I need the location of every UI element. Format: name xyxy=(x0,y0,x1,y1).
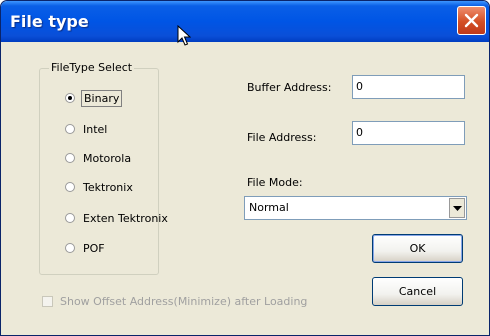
file-address-label: File Address: xyxy=(247,131,317,144)
cancel-button[interactable]: Cancel xyxy=(372,277,463,306)
chevron-down-icon xyxy=(453,206,462,211)
radio-binary[interactable]: Binary xyxy=(65,88,123,108)
dialog-body: FileType Select Binary Intel Motorola Te… xyxy=(1,42,489,335)
buffer-address-label: Buffer Address: xyxy=(247,81,332,94)
radio-button[interactable] xyxy=(65,182,75,192)
radio-motorola[interactable]: Motorola xyxy=(65,148,133,168)
file-mode-select[interactable]: Normal xyxy=(244,196,467,220)
radio-pof[interactable]: POF xyxy=(65,238,107,258)
title-bar[interactable]: File type xyxy=(1,1,489,42)
radio-label: Binary xyxy=(81,89,123,107)
file-mode-label: File Mode: xyxy=(247,176,303,189)
radio-label: Exten Tektronix xyxy=(83,211,168,225)
file-mode-value: Normal xyxy=(249,201,289,214)
buffer-address-input[interactable]: 0 xyxy=(352,75,465,99)
show-offset-checkbox[interactable] xyxy=(42,296,53,307)
radio-button[interactable] xyxy=(65,243,75,253)
radio-button[interactable] xyxy=(65,213,75,223)
radio-exten-tektronix[interactable]: Exten Tektronix xyxy=(65,208,170,228)
radio-label: Tektronix xyxy=(83,180,133,194)
file-type-dialog: File type FileType Select Binary Intel M… xyxy=(0,0,490,336)
ok-button[interactable]: OK xyxy=(372,234,463,263)
radio-label: Intel xyxy=(83,122,108,136)
filetype-group-title: FileType Select xyxy=(49,61,135,74)
radio-button[interactable] xyxy=(65,124,75,134)
show-offset-label: Show Offset Address(Minimize) after Load… xyxy=(60,295,308,308)
radio-button[interactable] xyxy=(65,153,75,163)
radio-intel[interactable]: Intel xyxy=(65,119,109,139)
close-icon xyxy=(464,13,479,28)
show-offset-checkbox-row[interactable]: Show Offset Address(Minimize) after Load… xyxy=(42,295,307,308)
mouse-cursor-icon xyxy=(177,25,191,46)
radio-label: POF xyxy=(83,241,105,255)
dropdown-button[interactable] xyxy=(449,198,465,218)
window-title: File type xyxy=(10,12,89,31)
close-button[interactable] xyxy=(457,6,486,35)
radio-button[interactable] xyxy=(65,93,75,103)
radio-label: Motorola xyxy=(83,151,132,165)
file-address-input[interactable]: 0 xyxy=(352,121,465,145)
radio-tektronix[interactable]: Tektronix xyxy=(65,177,135,197)
